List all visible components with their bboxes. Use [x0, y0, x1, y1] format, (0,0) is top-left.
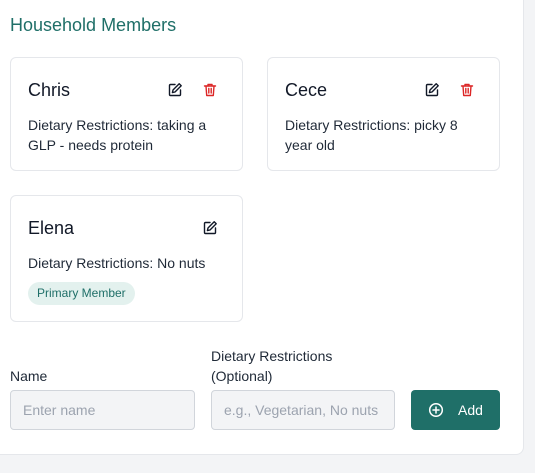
- delete-button[interactable]: [201, 81, 219, 99]
- trash-icon: [460, 83, 474, 97]
- edit-icon: [203, 221, 217, 235]
- add-button-label: Add: [458, 402, 483, 418]
- name-input[interactable]: [10, 390, 195, 430]
- edit-button[interactable]: [166, 81, 184, 99]
- delete-button[interactable]: [458, 81, 476, 99]
- add-button[interactable]: Add: [411, 390, 500, 430]
- edit-icon: [168, 83, 182, 97]
- dietary-input[interactable]: [211, 390, 395, 430]
- edit-icon: [425, 83, 439, 97]
- plus-circle-icon: [428, 402, 444, 418]
- primary-member-badge: Primary Member: [28, 282, 135, 305]
- dietary-label-line1: Dietary Restrictions: [211, 348, 333, 364]
- household-members-panel: Household Members Chris Dietary Restrict…: [0, 0, 524, 455]
- member-name: Elena: [28, 218, 75, 238]
- member-name: Chris: [28, 80, 71, 100]
- member-dietary: Dietary Restrictions: picky 8 year old: [285, 117, 458, 153]
- edit-button[interactable]: [423, 81, 441, 99]
- edit-button[interactable]: [201, 219, 219, 237]
- trash-icon: [203, 83, 217, 97]
- member-card-elena: Elena Dietary Restrictions: No nuts Prim…: [10, 195, 243, 322]
- member-card-chris: Chris Dietary Restrictions: taking a GLP…: [10, 57, 243, 171]
- section-title: Household Members: [10, 15, 177, 35]
- name-label: Name: [10, 368, 48, 384]
- member-dietary: Dietary Restrictions: taking a GLP - nee…: [28, 117, 207, 153]
- member-dietary: Dietary Restrictions: No nuts: [28, 255, 206, 271]
- member-card-cece: Cece Dietary Restrictions: picky 8 year …: [267, 57, 500, 171]
- dietary-label: Dietary Restrictions (Optional): [211, 346, 332, 386]
- dietary-label-line2: (Optional): [211, 368, 273, 384]
- member-name: Cece: [285, 80, 328, 100]
